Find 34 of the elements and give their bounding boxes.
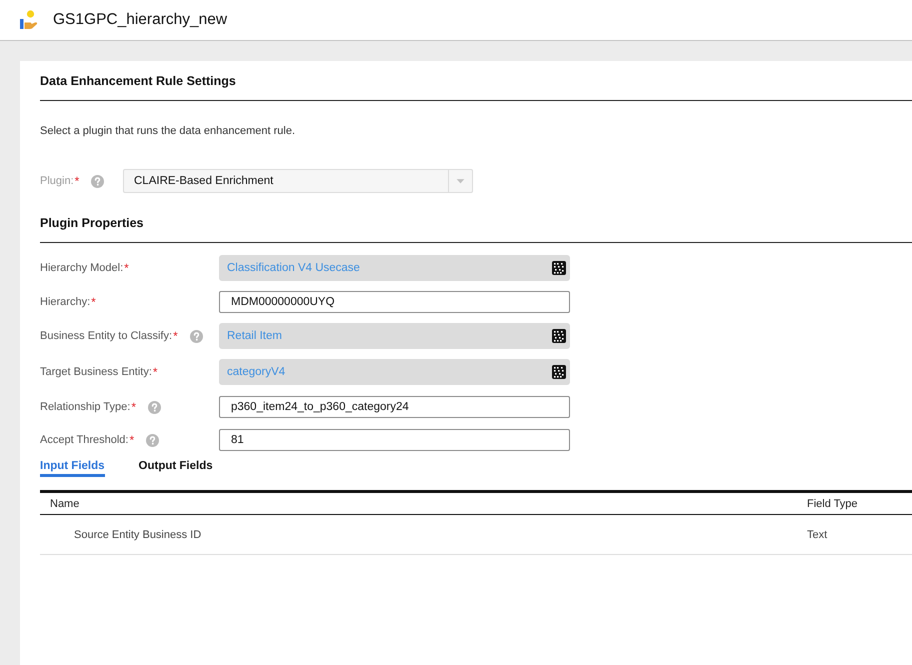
lookup-icon[interactable]	[552, 261, 566, 275]
lookup-icon[interactable]	[552, 365, 566, 379]
table-cell: Text	[807, 528, 828, 540]
input-field[interactable]: 81	[219, 429, 570, 451]
field-label: Accept Threshold:	[40, 434, 128, 446]
table-cell: Source Entity Business ID	[74, 528, 202, 540]
column-header: Name	[50, 498, 80, 510]
field-label: Target Business Entity:	[40, 366, 152, 378]
input-field[interactable]: p360_item24_to_p360_category24	[219, 396, 570, 418]
required-mark: *	[129, 434, 134, 446]
field-label: Business Entity to Classify:	[40, 330, 172, 342]
required-mark: *	[74, 174, 80, 186]
page-title: GS1GPC_hierarchy_new	[53, 11, 228, 29]
help-icon[interactable]	[190, 330, 203, 342]
help-icon[interactable]	[146, 434, 160, 446]
input-field[interactable]: MDM00000000UYQ	[219, 291, 570, 313]
description-text: Select a plugin that runs the data enhancement rule.	[40, 124, 296, 138]
section-title: Data Enhancement Rule Settings	[40, 74, 236, 88]
column-header: Field Type	[807, 498, 858, 510]
field-label: Plugin:	[40, 175, 74, 187]
lookup-icon[interactable]	[552, 329, 566, 343]
help-icon[interactable]	[148, 400, 161, 414]
field-label: Hierarchy:	[40, 296, 90, 308]
tab[interactable]: Output Fields	[138, 457, 213, 477]
required-mark: *	[124, 262, 129, 274]
required-mark: *	[131, 400, 136, 412]
required-mark: *	[91, 296, 96, 308]
field-label: Hierarchy Model:	[40, 262, 124, 274]
section-title: Plugin Properties	[40, 216, 144, 230]
field-label: Relationship Type:	[40, 401, 130, 413]
required-mark: *	[173, 330, 178, 342]
tab[interactable]: Input Fields	[40, 457, 105, 477]
logo-icon	[19, 10, 38, 30]
required-mark: *	[152, 366, 158, 378]
